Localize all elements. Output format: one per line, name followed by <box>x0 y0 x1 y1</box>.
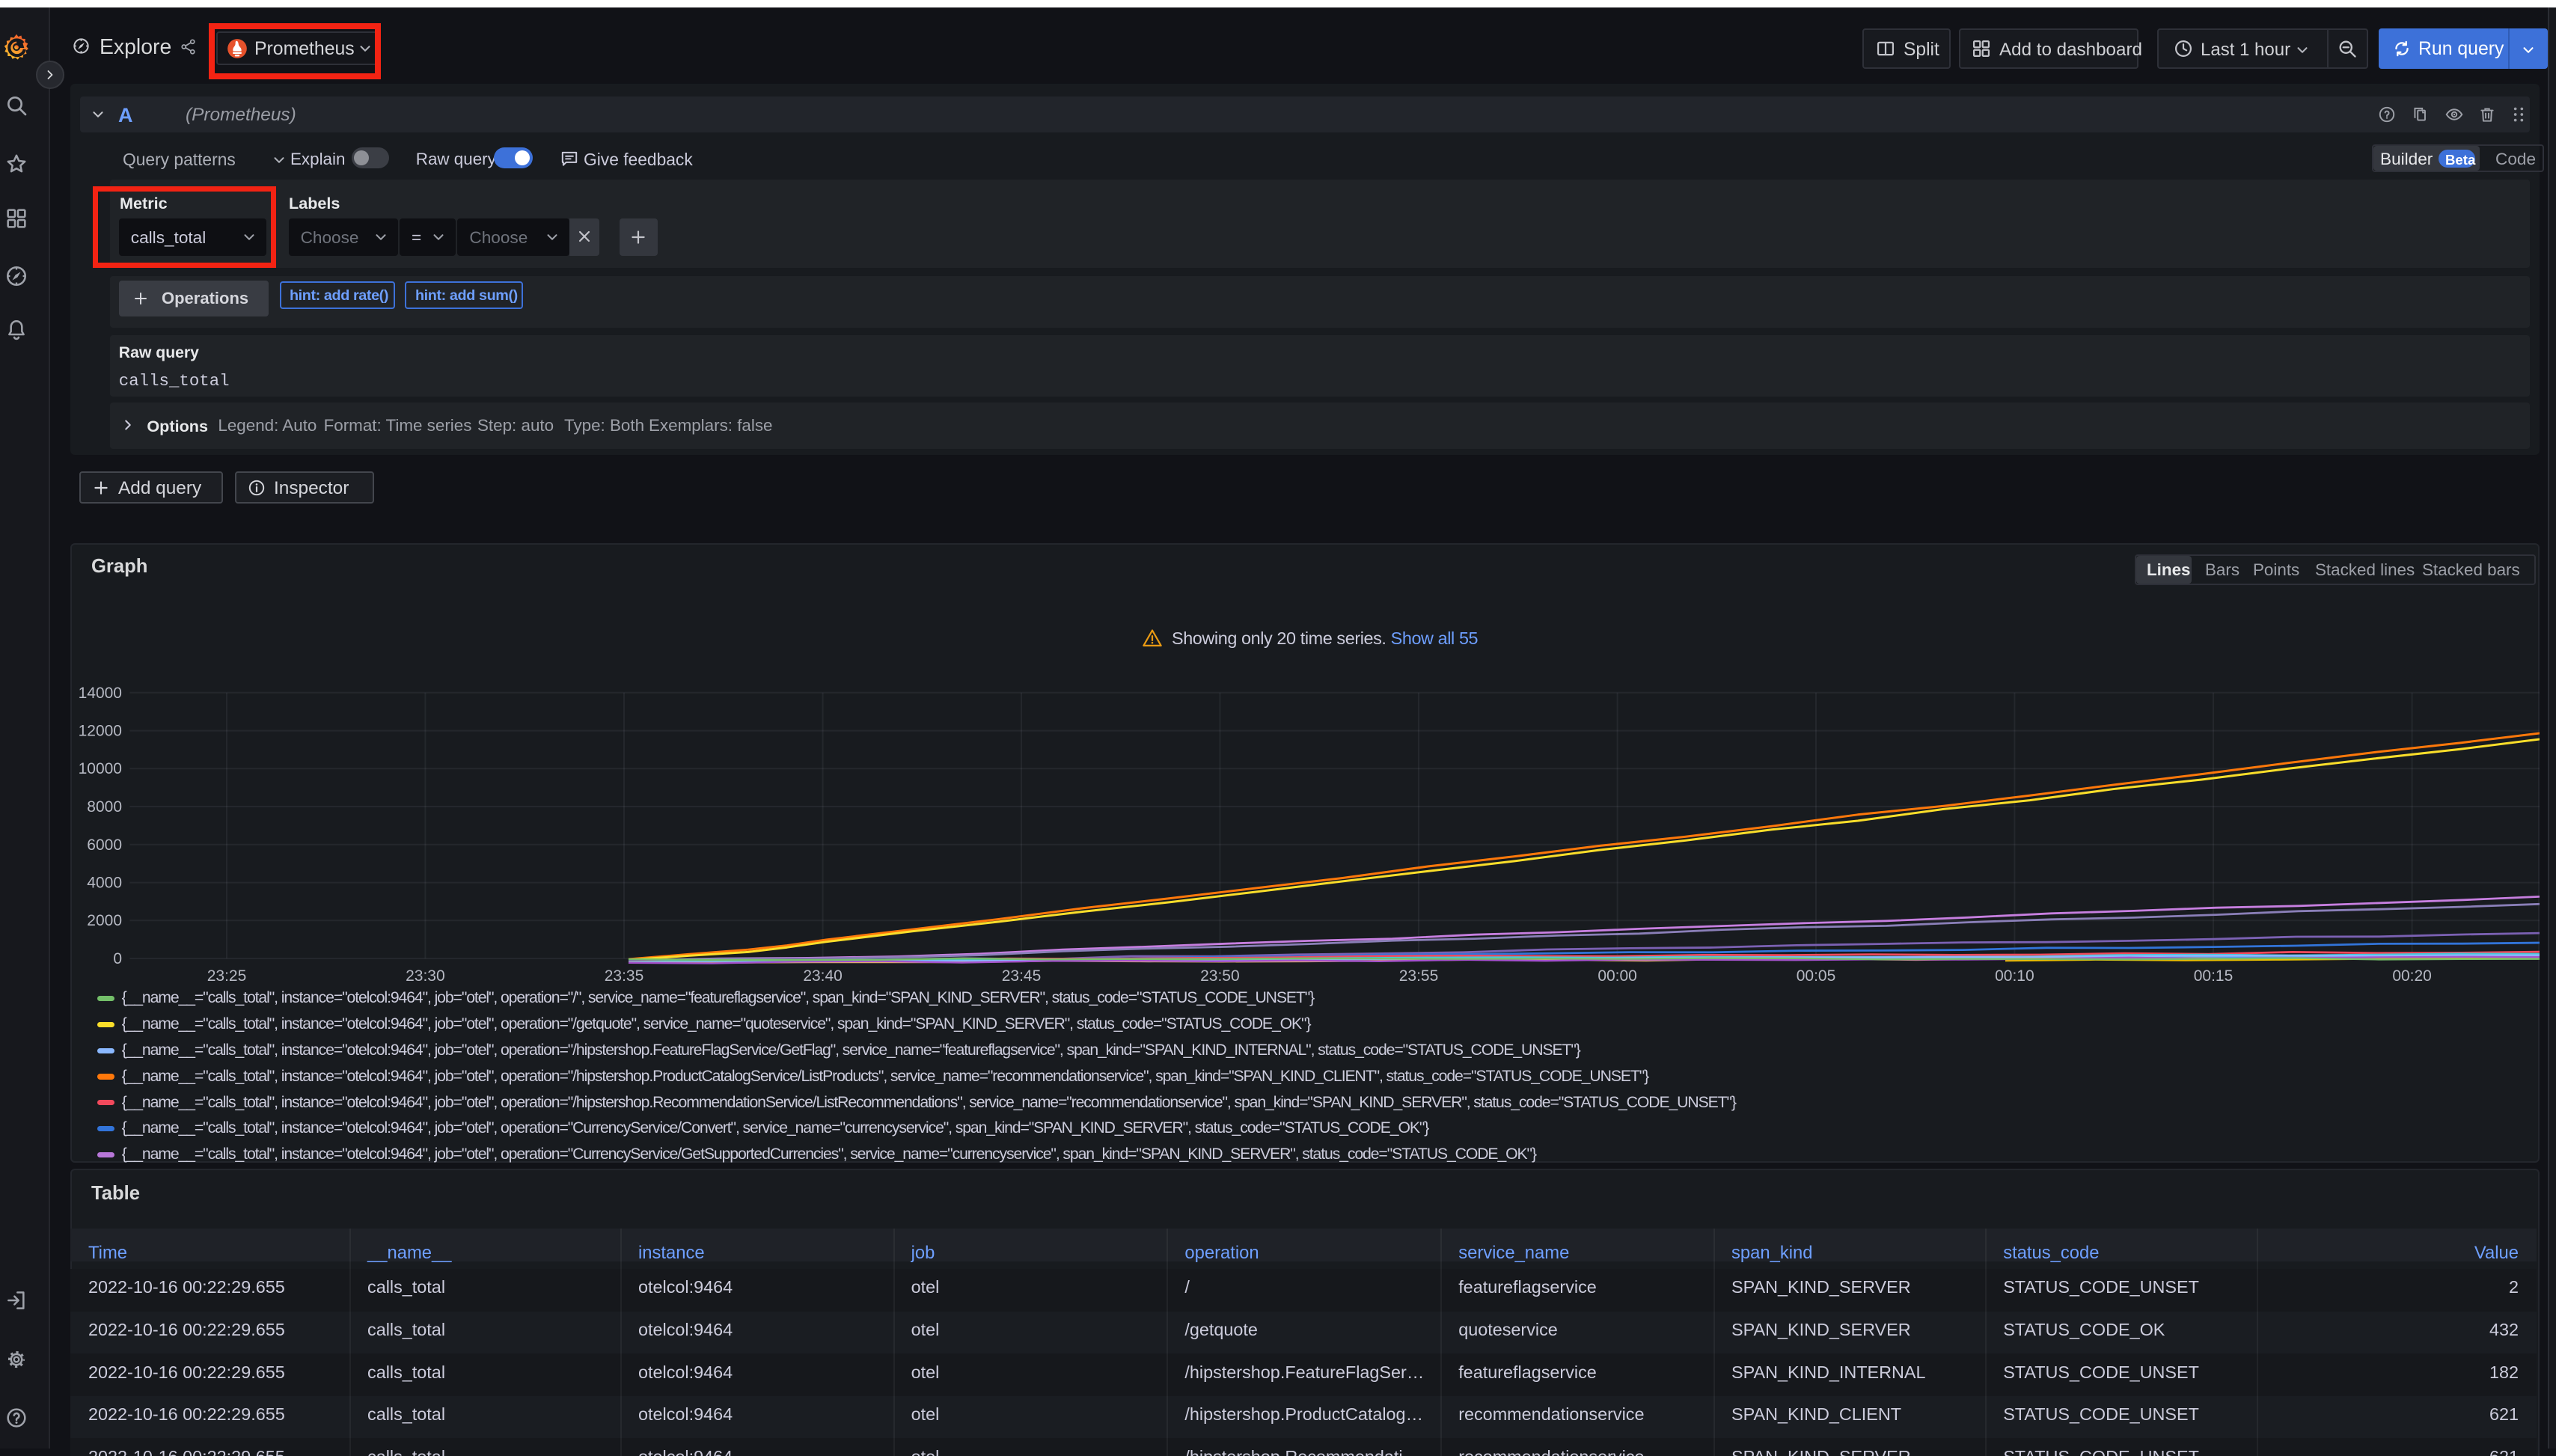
svg-text:2000: 2000 <box>87 912 122 929</box>
svg-text:00:00: 00:00 <box>1598 967 1637 985</box>
svg-text:23:50: 23:50 <box>1200 967 1240 985</box>
svg-text:00:15: 00:15 <box>2194 967 2234 985</box>
svg-text:23:25: 23:25 <box>207 967 247 985</box>
svg-text:12000: 12000 <box>79 723 122 740</box>
svg-text:23:35: 23:35 <box>605 967 644 985</box>
svg-text:00:20: 00:20 <box>2392 967 2432 985</box>
svg-text:6000: 6000 <box>87 836 122 854</box>
svg-text:23:45: 23:45 <box>1002 967 1042 985</box>
svg-text:4000: 4000 <box>87 875 122 892</box>
svg-text:14000: 14000 <box>79 685 122 702</box>
svg-text:23:30: 23:30 <box>406 967 445 985</box>
svg-text:00:10: 00:10 <box>1995 967 2034 985</box>
svg-text:00:05: 00:05 <box>1797 967 1836 985</box>
svg-text:8000: 8000 <box>87 798 122 816</box>
svg-text:10000: 10000 <box>79 760 122 777</box>
svg-text:0: 0 <box>113 950 122 967</box>
svg-text:23:40: 23:40 <box>803 967 843 985</box>
svg-text:23:55: 23:55 <box>1399 967 1439 985</box>
